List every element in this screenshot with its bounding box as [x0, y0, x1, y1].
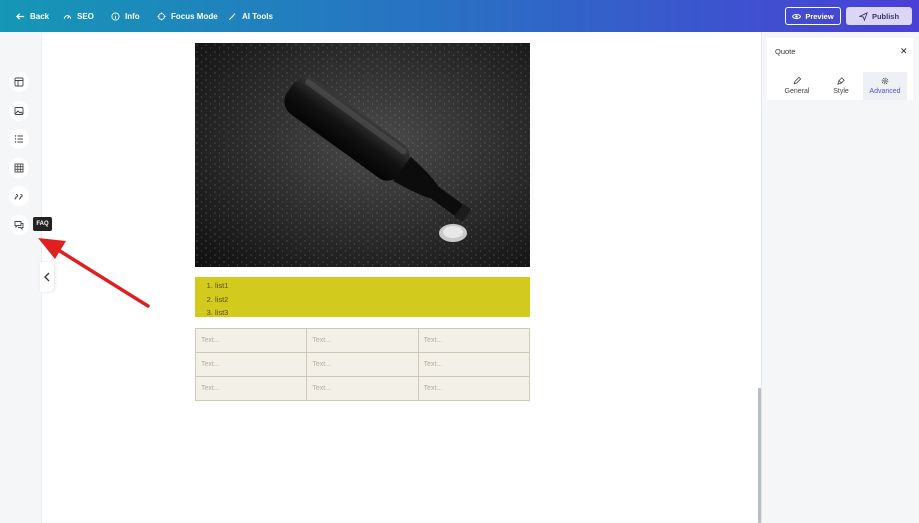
table-cell[interactable]: Text... — [194, 328, 308, 353]
table-icon — [14, 163, 24, 173]
seo-button[interactable]: SEO — [63, 0, 94, 32]
table-cell[interactable]: Text... — [194, 352, 308, 377]
bottle-illustration — [195, 43, 530, 267]
table-block-button[interactable] — [9, 158, 29, 178]
close-icon[interactable]: ✕ — [900, 46, 908, 57]
preview-label: Preview — [805, 11, 834, 21]
back-button[interactable]: Back — [16, 0, 49, 32]
image-icon — [14, 107, 24, 115]
quote-block-button[interactable] — [9, 186, 29, 206]
info-button[interactable]: Info — [111, 0, 140, 32]
list-icon — [14, 135, 23, 143]
focus-mode-label: Focus Mode — [171, 11, 218, 21]
quote-icon — [14, 193, 23, 200]
tab-label: General — [784, 88, 810, 95]
publish-button[interactable]: Publish — [846, 7, 912, 25]
publish-label: Publish — [871, 11, 900, 21]
gear-icon — [881, 77, 889, 85]
crosshair-icon — [157, 11, 166, 21]
focus-mode-button[interactable]: Focus Mode — [157, 0, 218, 32]
chevron-left-icon — [44, 272, 50, 282]
list-item[interactable]: list1 — [215, 279, 530, 293]
gauge-icon — [63, 14, 72, 19]
list-block[interactable]: list1 list2 list3 — [195, 277, 530, 317]
tab-advanced[interactable]: Advanced — [863, 72, 907, 100]
preview-button[interactable]: Preview — [785, 7, 841, 25]
back-label: Back — [30, 11, 50, 21]
table-cell[interactable]: Text... — [417, 376, 531, 401]
table-cell[interactable]: Text... — [417, 352, 531, 377]
top-toolbar: Back SEO Info Focus Mode AI Tools Previe… — [0, 0, 919, 32]
table-cell[interactable]: Text... — [306, 376, 419, 401]
tab-general[interactable]: General — [775, 72, 819, 100]
pencil-icon — [793, 77, 801, 85]
table-block[interactable]: Text... Text... Text... Text... Text... … — [194, 328, 531, 401]
table-cell[interactable]: Text... — [306, 328, 419, 353]
brush-icon — [837, 77, 845, 85]
tab-style[interactable]: Style — [819, 72, 863, 100]
magic-wand-icon — [228, 12, 236, 20]
ordered-list: list1 list2 list3 — [207, 279, 530, 320]
block-sidebar — [0, 32, 42, 523]
table-row: Text... Text... Text... — [194, 376, 531, 401]
table-cell[interactable]: Text... — [306, 352, 419, 377]
bottle-image[interactable] — [195, 43, 530, 267]
table-row: Text... Text... Text... — [194, 328, 531, 353]
list-block-button[interactable] — [9, 129, 29, 149]
faq-icon — [14, 221, 24, 230]
image-block-button[interactable] — [9, 101, 29, 121]
layout-block-button[interactable] — [9, 72, 29, 92]
info-icon — [111, 11, 120, 21]
panel-header: Quote ✕ General Style Advanced — [767, 38, 913, 100]
collapse-sidebar-button[interactable] — [40, 262, 54, 292]
settings-panel: Quote ✕ General Style Advanced — [761, 32, 919, 523]
table-row: Text... Text... Text... — [194, 352, 531, 377]
table-cell[interactable]: Text... — [417, 328, 531, 353]
list-item[interactable]: list2 — [215, 293, 530, 307]
list-item[interactable]: list3 — [215, 306, 530, 320]
faq-block-button[interactable] — [9, 215, 29, 235]
eye-icon — [792, 13, 802, 19]
seo-label: SEO — [77, 11, 94, 21]
layout-icon — [14, 77, 24, 87]
tab-label: Advanced — [869, 88, 901, 95]
info-label: Info — [125, 11, 140, 21]
ai-tools-label: AI Tools — [242, 11, 273, 21]
table-cell[interactable]: Text... — [194, 376, 308, 401]
send-icon — [858, 11, 868, 21]
panel-title: Quote — [775, 47, 796, 56]
arrow-left-icon — [16, 12, 25, 20]
tab-label: Style — [833, 88, 849, 95]
ai-tools-button[interactable]: AI Tools — [228, 0, 273, 32]
faq-tooltip: FAQ — [33, 217, 52, 231]
